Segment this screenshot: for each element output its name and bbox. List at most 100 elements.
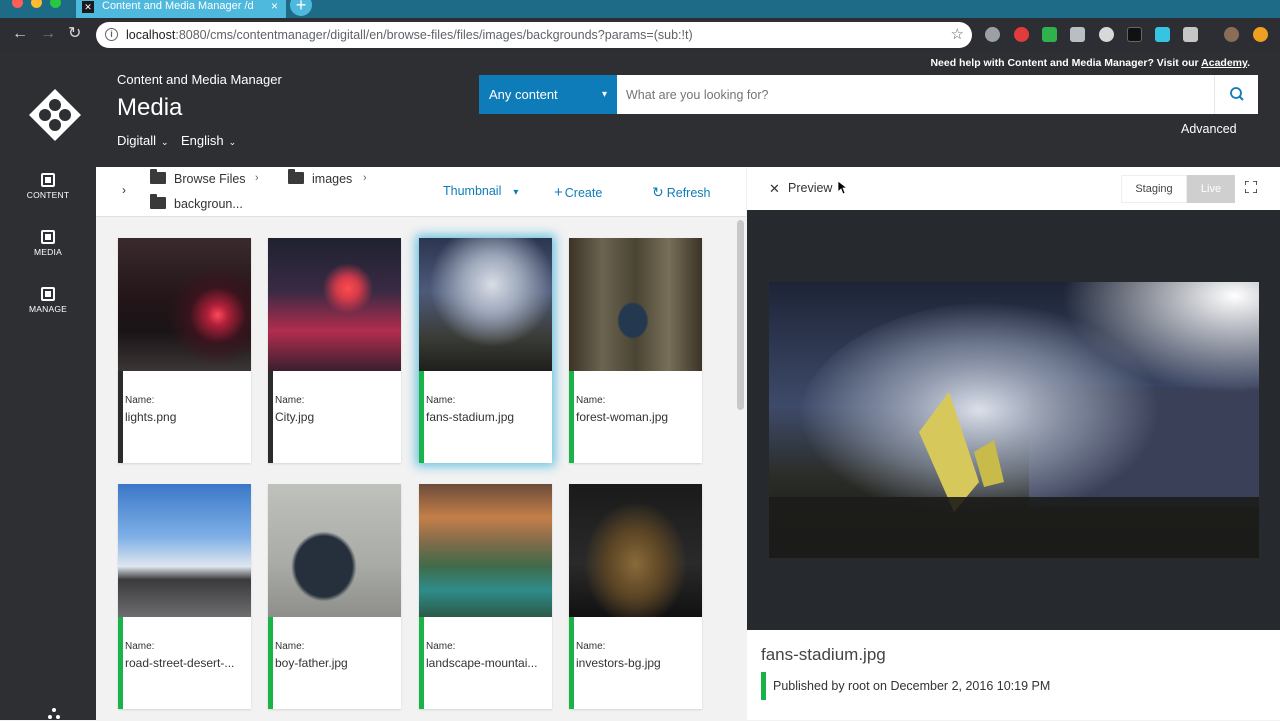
file-thumbnail [419, 484, 552, 617]
preview-title: Preview [788, 181, 833, 195]
chevron-down-icon: ⌄ [228, 137, 237, 147]
name-label: Name: [125, 395, 155, 406]
minimize-window-icon[interactable] [31, 0, 42, 8]
breadcrumb-label: images [312, 172, 353, 186]
url-host: localhost [126, 28, 176, 42]
google-extension-icon[interactable] [985, 27, 1000, 42]
help-prefix: Need help with Content and Media Manager… [930, 57, 1202, 69]
back-arrow-icon[interactable]: ← [12, 25, 28, 43]
refresh-button[interactable]: ↻ Refresh [652, 184, 711, 201]
forward-arrow-icon[interactable]: → [40, 25, 56, 43]
reload-icon[interactable]: ↻ [68, 25, 81, 43]
caret-down-icon: ▾ [513, 187, 519, 198]
notes-extension-icon[interactable] [1183, 27, 1198, 42]
close-tab-icon[interactable]: × [271, 0, 278, 12]
chevron-right-icon: › [363, 172, 367, 184]
file-name: fans-stadium.jpg [426, 410, 515, 424]
app-header: Content and Media Manager Media Digitall… [0, 51, 1280, 167]
address-bar[interactable]: i localhost:8080/cms/contentmanager/digi… [96, 22, 972, 48]
fullscreen-icon[interactable] [1245, 181, 1257, 193]
file-thumbnail [268, 238, 401, 371]
apps-icon[interactable] [47, 707, 61, 721]
name-label: Name: [426, 641, 456, 652]
file-card[interactable]: Name: City.jpg [268, 238, 401, 463]
cube-extension-icon[interactable] [1155, 27, 1170, 42]
name-label: Name: [275, 395, 305, 406]
search-type-dropdown[interactable]: Any content ▾ [479, 75, 617, 114]
browser-toolbar: ← → ↻ i localhost:8080/cms/contentmanage… [0, 18, 1280, 51]
site-selector[interactable]: Digitall ⌄ [117, 133, 169, 148]
file-card[interactable]: Name: investors-bg.jpg [569, 484, 702, 709]
expand-tree-icon[interactable]: › [122, 183, 126, 197]
grid-icon [41, 173, 55, 187]
search-button[interactable] [1214, 75, 1258, 114]
language-selector[interactable]: English ⌄ [181, 133, 236, 148]
breadcrumb-item[interactable]: backgroun... [150, 194, 243, 211]
file-name: investors-bg.jpg [576, 656, 661, 670]
maximize-window-icon[interactable] [50, 0, 61, 8]
file-thumbnail [569, 238, 702, 371]
file-card[interactable]: Name: forest-woman.jpg [569, 238, 702, 463]
name-label: Name: [275, 641, 305, 652]
left-nav: CONTENT MEDIA MANAGE [0, 51, 96, 720]
file-thumbnail [118, 238, 251, 371]
academy-link[interactable]: Academy [1201, 57, 1247, 69]
file-card[interactable]: Name: boy-father.jpg [268, 484, 401, 709]
browser-tab[interactable]: ✕ Content and Media Manager /d × [76, 0, 286, 18]
file-thumbnail [569, 484, 702, 617]
file-name: road-street-desert-... [125, 656, 235, 670]
file-card[interactable]: Name: lights.png [118, 238, 251, 463]
chevron-down-icon: ⌄ [161, 137, 169, 147]
create-button[interactable]: + Create [554, 184, 602, 201]
search-icon [1230, 87, 1244, 101]
folder-icon [288, 169, 304, 184]
folder-icon [150, 194, 166, 209]
preview-stage [747, 210, 1280, 630]
nav-media-label: MEDIA [34, 247, 62, 257]
breadcrumb-label: backgroun... [174, 197, 243, 211]
chat-extension-icon[interactable] [1099, 27, 1114, 42]
nav-manage[interactable]: MANAGE [0, 287, 96, 314]
name-label: Name: [576, 395, 606, 406]
search-input[interactable] [617, 75, 1214, 114]
bookmark-star-icon[interactable]: ☆ [951, 22, 964, 48]
file-card[interactable]: Name: road-street-desert-... [118, 484, 251, 709]
new-tab-button[interactable]: + [290, 0, 312, 16]
view-mode-dropdown[interactable]: Thumbnail ▾ [443, 184, 518, 198]
status-bar [118, 371, 123, 463]
tab-title: Content and Media Manager /d [102, 0, 254, 12]
nav-content[interactable]: CONTENT [0, 173, 96, 200]
chevron-down-icon: ▾ [601, 89, 607, 100]
info-icon[interactable]: i [105, 28, 118, 41]
status-bar [268, 617, 273, 709]
page-title: Media [117, 94, 183, 121]
profile-avatar[interactable] [1224, 27, 1239, 42]
notification-extension-icon[interactable] [1253, 27, 1268, 42]
status-bar [419, 371, 424, 463]
app-name: Content and Media Manager [117, 72, 282, 87]
shield-extension-icon[interactable] [1014, 27, 1029, 42]
amazon-extension-icon[interactable] [1127, 27, 1142, 42]
file-name: City.jpg [275, 410, 315, 424]
breadcrumb-item[interactable]: images [288, 169, 353, 186]
nav-content-label: CONTENT [26, 190, 70, 200]
published-status-bar [761, 672, 766, 700]
grid-scrollbar[interactable] [737, 220, 744, 410]
file-card-selected[interactable]: Name: fans-stadium.jpg [419, 238, 552, 463]
green-extension-icon[interactable] [1042, 27, 1057, 42]
close-icon[interactable]: ✕ [769, 181, 780, 197]
text-extension-icon[interactable] [1070, 27, 1085, 42]
refresh-label: Refresh [666, 186, 711, 200]
live-button[interactable]: Live [1187, 175, 1235, 203]
jahia-logo [29, 89, 81, 141]
search-type-label: Any content [489, 87, 558, 102]
close-window-icon[interactable] [12, 0, 23, 8]
breadcrumb-item[interactable]: Browse Files [150, 169, 246, 186]
advanced-search-link[interactable]: Advanced [1181, 122, 1237, 136]
preview-file-name: fans-stadium.jpg [761, 645, 886, 664]
nav-media[interactable]: MEDIA [0, 230, 96, 257]
file-card[interactable]: Name: landscape-mountai... [419, 484, 552, 709]
staging-button[interactable]: Staging [1121, 175, 1187, 203]
browse-toolbar: › Browse Files › images › backgroun... T… [96, 167, 746, 217]
chevron-right-icon: › [255, 172, 259, 184]
